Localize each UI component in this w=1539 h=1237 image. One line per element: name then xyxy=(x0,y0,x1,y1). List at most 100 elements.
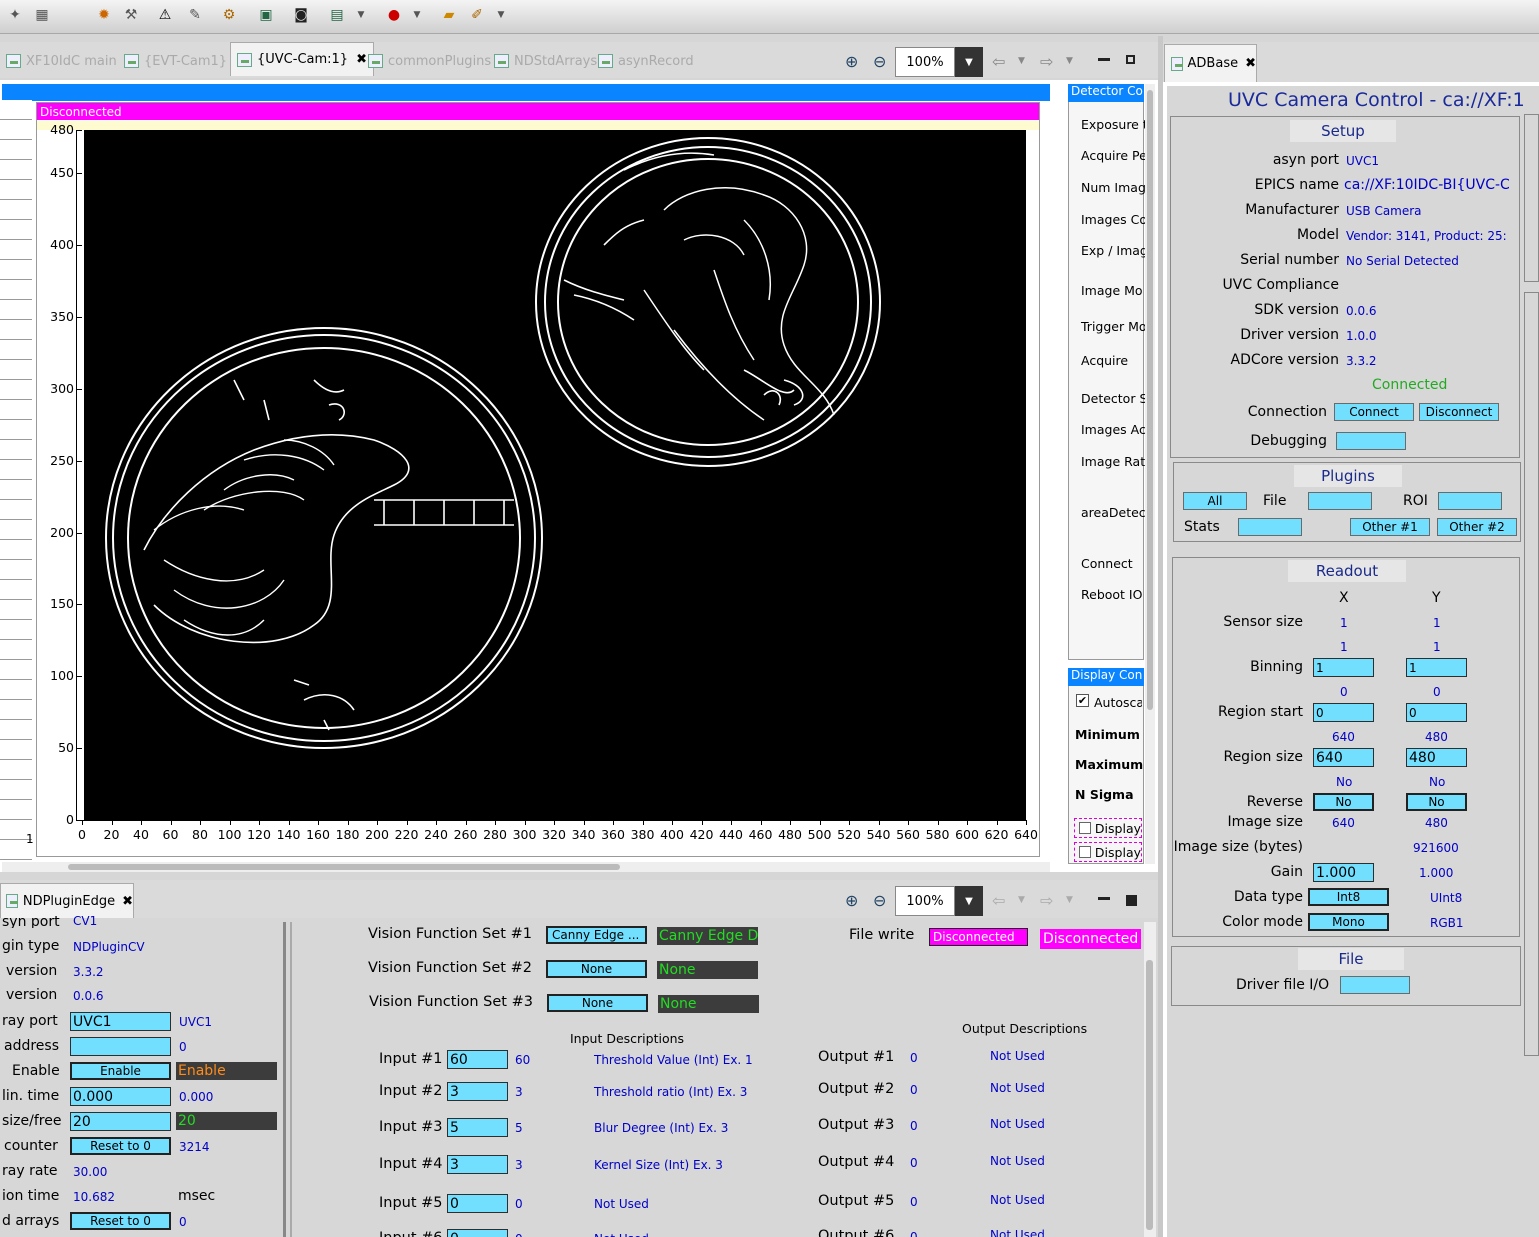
zoom-out-icon[interactable]: ⊖ xyxy=(873,891,886,910)
zoom-out-icon[interactable]: ⊖ xyxy=(873,52,886,71)
gain-input[interactable]: 1.000 xyxy=(1313,863,1374,882)
reverse-y-menu[interactable]: No xyxy=(1406,793,1467,811)
input-value-field[interactable]: 5 xyxy=(447,1118,508,1137)
camera-icon[interactable]: ◙ xyxy=(292,6,310,24)
reset-counter-button[interactable]: Reset to 0 xyxy=(70,1137,171,1155)
warning-icon[interactable]: ⚠ xyxy=(156,6,174,24)
image-icon[interactable]: ▣ xyxy=(257,6,275,24)
region-size-y-input[interactable]: 480 xyxy=(1406,748,1467,767)
maximize-icon[interactable] xyxy=(1126,55,1135,64)
tab-uvc-cam[interactable]: {UVC-Cam:1} ✖ xyxy=(230,42,374,76)
plugins-other2-button[interactable]: Other #2 xyxy=(1437,518,1517,536)
input-value-field[interactable]: 3 xyxy=(447,1155,508,1174)
zoom-combo-bottom[interactable]: 100% xyxy=(895,886,955,916)
tools-icon[interactable]: ⚒ xyxy=(122,6,140,24)
edit-icon[interactable]: ✎ xyxy=(186,6,204,24)
display-file-icon xyxy=(368,54,383,68)
disconnect-button[interactable]: Disconnect xyxy=(1419,403,1499,421)
h-scrollbar-thumb[interactable] xyxy=(68,864,620,870)
tab-common-plugins[interactable]: commonPlugins xyxy=(368,46,491,76)
back-icon[interactable]: ⇦ xyxy=(992,52,1005,71)
chevron-down-icon[interactable]: ▼ xyxy=(1066,895,1073,905)
tab-asynrecord[interactable]: asynRecord xyxy=(598,46,694,76)
bottom-v-scrollbar-thumb[interactable] xyxy=(1146,960,1153,1230)
run-icon[interactable]: ✹ xyxy=(95,6,113,24)
zoom-in-icon[interactable]: ⊕ xyxy=(845,891,858,910)
array-address-input[interactable] xyxy=(70,1037,171,1056)
plugins-all-button[interactable]: All xyxy=(1183,492,1247,510)
x-tick-label: 20 xyxy=(103,827,120,842)
checkbox-icon[interactable] xyxy=(1079,822,1091,834)
plugins-other1-button[interactable]: Other #1 xyxy=(1350,518,1430,536)
vision-set1-menu[interactable]: Canny Edge ... xyxy=(546,926,647,944)
binning-y-input[interactable]: 1 xyxy=(1406,658,1467,677)
chevron-down-icon[interactable]: ▼ xyxy=(1066,56,1073,66)
display-file-icon xyxy=(494,54,509,68)
input-value-field[interactable]: 0 xyxy=(447,1229,508,1237)
tab-ndpluginedge[interactable]: NDPluginEdge ✖ xyxy=(0,883,134,918)
file-write-status[interactable]: Disconnected xyxy=(929,928,1028,946)
adcore-version-label: ADCore version xyxy=(1230,352,1340,368)
input-value-field[interactable]: 60 xyxy=(447,1050,508,1069)
file-header: File xyxy=(1298,948,1404,970)
v-scrollbar-thumb[interactable] xyxy=(1147,90,1153,710)
chevron-down-icon[interactable]: ▼ xyxy=(955,47,983,77)
plugins-stats-button[interactable] xyxy=(1238,518,1302,536)
enable-menu[interactable]: Enable xyxy=(70,1062,171,1080)
chevron-down-icon[interactable]: ▼ xyxy=(1018,895,1025,905)
folder-icon[interactable]: ▰ xyxy=(440,6,458,24)
tab-main[interactable]: XF10IdC main xyxy=(6,46,117,76)
driver-file-io-button[interactable] xyxy=(1340,976,1410,994)
color-mode-menu[interactable]: Mono xyxy=(1308,913,1389,931)
chevron-down-icon[interactable]: ▼ xyxy=(955,886,983,916)
forward-icon[interactable]: ⇨ xyxy=(1040,52,1053,71)
back-icon[interactable]: ⇦ xyxy=(992,891,1005,910)
minimize-icon[interactable] xyxy=(1098,58,1110,61)
region-start-x-input[interactable]: 0 xyxy=(1313,703,1374,722)
chevron-down-icon[interactable]: ▼ xyxy=(352,6,370,24)
new-icon[interactable]: ✦ xyxy=(6,6,24,24)
reverse-x-menu[interactable]: No xyxy=(1313,793,1374,811)
plugins-file-button[interactable] xyxy=(1308,492,1372,510)
zoom-in-icon[interactable]: ⊕ xyxy=(845,52,858,71)
minimize-icon[interactable] xyxy=(1098,897,1110,900)
region-size-x-input[interactable]: 640 xyxy=(1313,748,1374,767)
zoom-combo[interactable]: 100% xyxy=(895,47,955,77)
close-icon[interactable]: ✖ xyxy=(1245,56,1256,71)
record-icon[interactable]: ● xyxy=(385,6,403,24)
plugins-roi-button[interactable] xyxy=(1438,492,1502,510)
debugging-button[interactable] xyxy=(1336,432,1406,450)
min-time-input[interactable]: 0.000 xyxy=(70,1087,171,1106)
display-checkbox-2[interactable]: Display xyxy=(1074,842,1142,862)
maximize-icon[interactable] xyxy=(1126,895,1137,906)
vision-set3-menu[interactable]: None xyxy=(547,994,648,1012)
reset-dropped-button[interactable]: Reset to 0 xyxy=(70,1212,171,1230)
data-type-menu[interactable]: Int8 xyxy=(1308,888,1389,906)
queue-size-input[interactable]: 20 xyxy=(70,1112,171,1131)
connect-button[interactable]: Connect xyxy=(1334,403,1414,421)
enable-readback: Enable xyxy=(176,1062,277,1080)
checkbox-icon[interactable] xyxy=(1079,846,1091,858)
close-icon[interactable]: ✖ xyxy=(122,894,133,909)
input-value-field[interactable]: 3 xyxy=(447,1082,508,1101)
tab-evt-cam[interactable]: {EVT-Cam1} xyxy=(124,46,227,76)
chevron-down-icon[interactable]: ▼ xyxy=(1018,56,1025,66)
forward-icon[interactable]: ⇨ xyxy=(1040,891,1053,910)
vision-set2-menu[interactable]: None xyxy=(546,960,647,978)
input-value-field[interactable]: 0 xyxy=(447,1194,508,1213)
brush-icon[interactable]: ✐ xyxy=(468,6,486,24)
label-images-complete: Images Co xyxy=(1081,212,1148,227)
close-icon[interactable]: ✖ xyxy=(356,52,367,67)
chart-icon[interactable]: ▤ xyxy=(328,6,346,24)
array-port-input[interactable]: UVC1 xyxy=(70,1012,171,1031)
chevron-down-icon[interactable]: ▼ xyxy=(408,6,426,24)
binning-x-input[interactable]: 1 xyxy=(1313,658,1374,677)
save-icon[interactable]: ▦ xyxy=(33,6,51,24)
display-checkbox-1[interactable]: Display xyxy=(1074,818,1142,838)
wrench-icon[interactable]: ⚙ xyxy=(220,6,238,24)
autoscale-checkbox[interactable]: ✔ xyxy=(1076,694,1089,707)
region-start-y-input[interactable]: 0 xyxy=(1406,703,1467,722)
tab-ndstdarrays[interactable]: NDStdArrays xyxy=(494,46,597,76)
tab-adbase[interactable]: ADBase ✖ xyxy=(1164,44,1257,82)
chevron-down-icon[interactable]: ▼ xyxy=(492,6,510,24)
